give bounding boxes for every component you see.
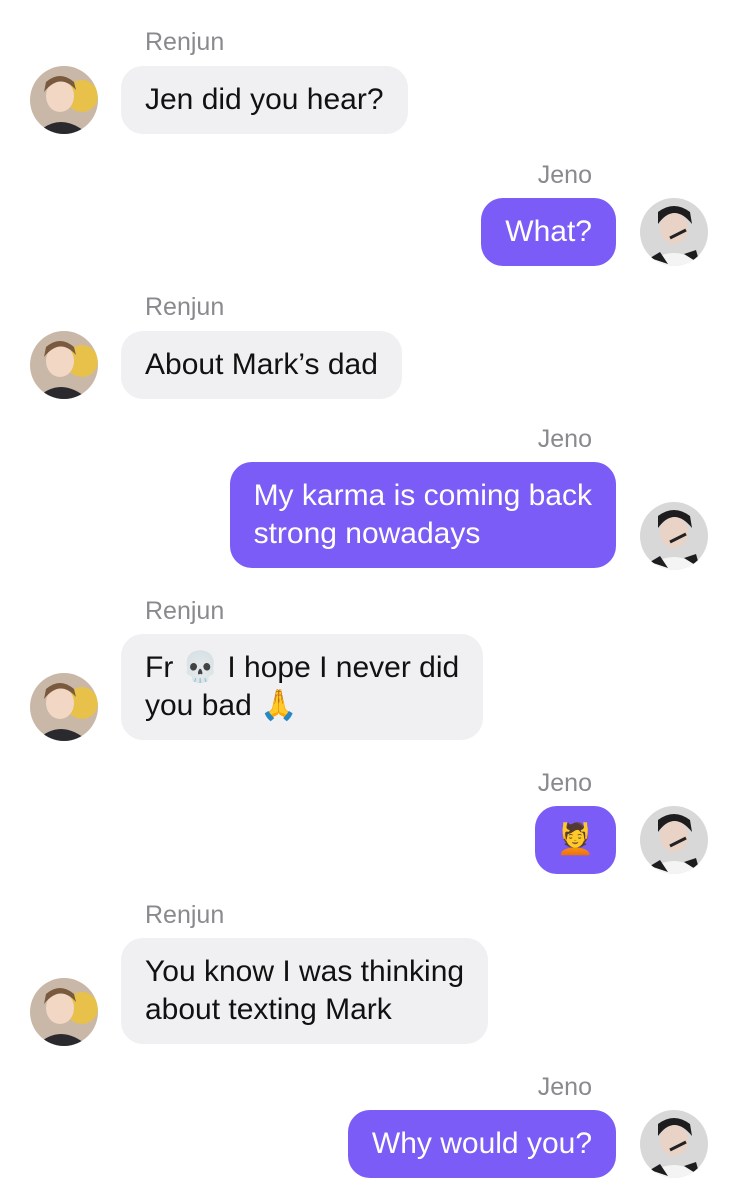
jeno-avatar[interactable] bbox=[640, 502, 708, 570]
sender-name: Renjun bbox=[145, 293, 225, 321]
renjun-avatar[interactable] bbox=[30, 673, 98, 741]
message-text: About Mark’s dad bbox=[145, 348, 378, 381]
jeno-avatar[interactable] bbox=[640, 198, 708, 266]
message-text: Jen did you hear? bbox=[145, 83, 384, 116]
sender-name: Renjun bbox=[145, 901, 225, 929]
message-text: Fr 💀 I hope I never did bbox=[145, 649, 459, 687]
message-text-segment: you bad bbox=[145, 689, 252, 722]
message-text: You know I was thinking bbox=[145, 955, 465, 988]
chat-thread: Renjun Jen did you hear? Jeno What? Renj… bbox=[0, 0, 737, 1200]
sender-name: Renjun bbox=[145, 597, 225, 625]
folded-hands-icon: 🙏 bbox=[260, 688, 298, 723]
message-bubble[interactable]: Why would you? bbox=[347, 1110, 616, 1178]
jeno-avatar[interactable] bbox=[640, 806, 708, 874]
message-text: What? bbox=[505, 215, 592, 248]
renjun-avatar[interactable] bbox=[30, 66, 98, 134]
renjun-avatar[interactable] bbox=[30, 978, 98, 1046]
message-bubble[interactable]: What? bbox=[481, 198, 616, 266]
sender-name: Jeno bbox=[537, 769, 592, 797]
message-text: My karma is coming back bbox=[253, 479, 592, 512]
message-bubble[interactable]: You know I was thinking about texting Ma… bbox=[121, 938, 489, 1044]
jeno-avatar[interactable] bbox=[640, 1110, 708, 1178]
message-text: Why would you? bbox=[371, 1127, 592, 1160]
message-text-segment: I hope I never did bbox=[227, 651, 460, 684]
renjun-avatar[interactable] bbox=[30, 331, 98, 399]
face-massage-icon: 💆 bbox=[556, 822, 594, 857]
message-text: strong nowadays bbox=[253, 517, 481, 550]
skull-icon: 💀 bbox=[181, 650, 220, 685]
message-bubble[interactable]: Fr 💀 I hope I never did you bad 🙏 bbox=[121, 634, 484, 740]
message-bubble[interactable]: 💆 bbox=[534, 806, 616, 874]
sender-name: Jeno bbox=[537, 161, 592, 189]
message-bubble[interactable]: About Mark’s dad bbox=[121, 331, 402, 399]
message-text: about texting Mark bbox=[145, 993, 392, 1026]
sender-name: Jeno bbox=[537, 1073, 592, 1101]
sender-name: Jeno bbox=[537, 425, 592, 453]
sender-name: Renjun bbox=[145, 28, 225, 56]
message-text: you bad 🙏 bbox=[145, 687, 459, 725]
message-text-segment: Fr bbox=[145, 651, 174, 684]
message-bubble[interactable]: My karma is coming back strong nowadays bbox=[229, 462, 616, 568]
message-bubble[interactable]: Jen did you hear? bbox=[121, 66, 408, 134]
